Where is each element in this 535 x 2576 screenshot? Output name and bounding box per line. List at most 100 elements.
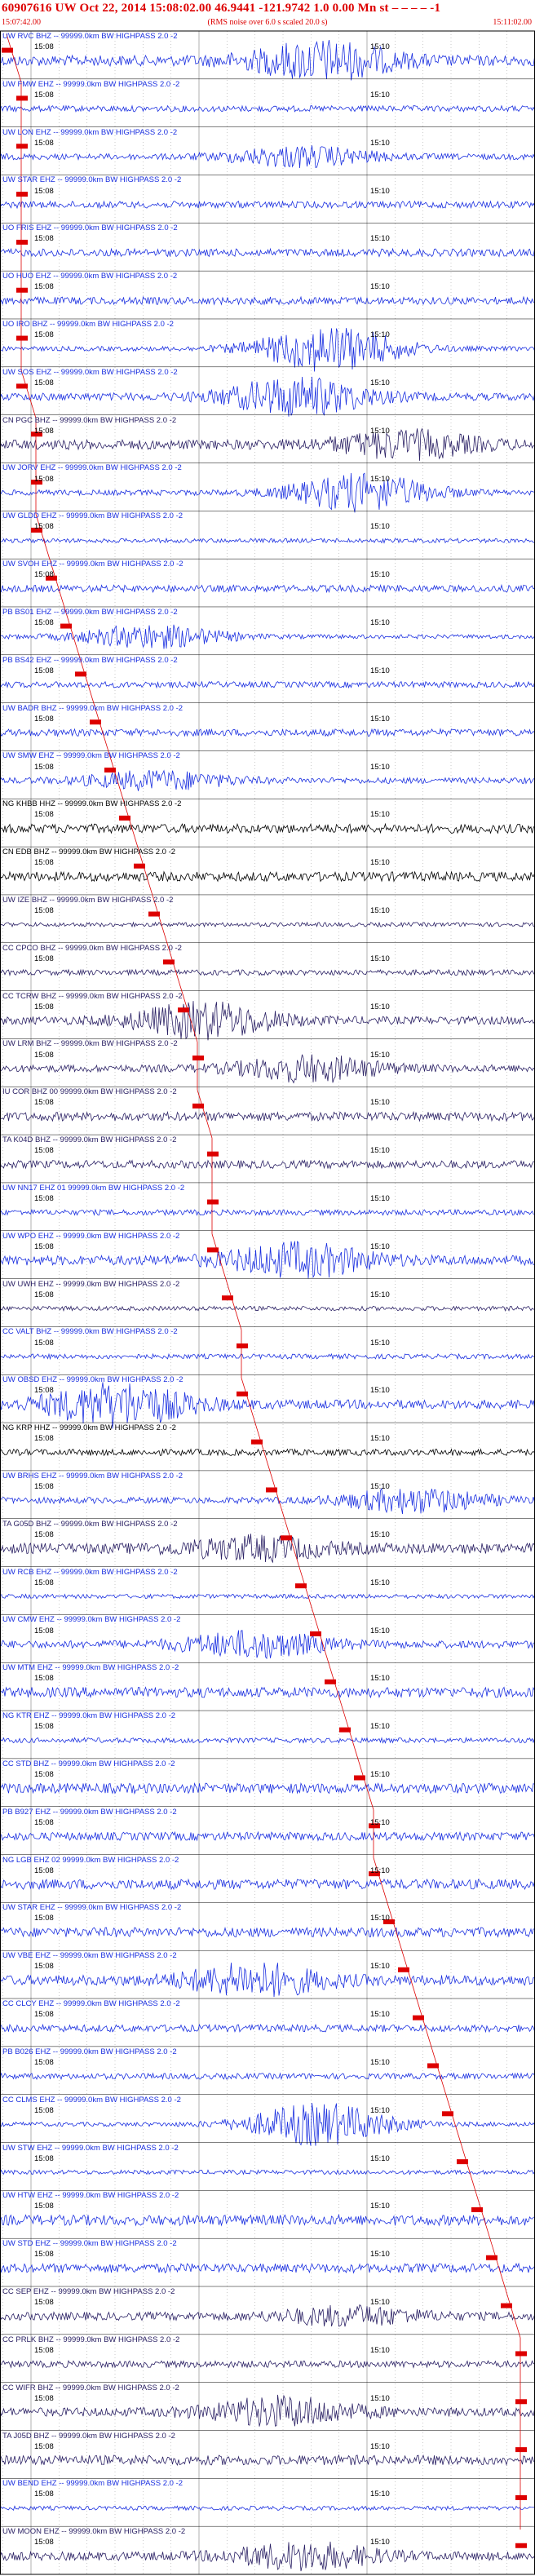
trace — [0, 175, 535, 210]
trace — [0, 1087, 535, 1122]
grid-lines — [2, 31, 535, 2574]
trace — [0, 78, 535, 113]
trace — [0, 126, 535, 169]
moveout-line — [490, 2242, 506, 2291]
pick-marker — [515, 2351, 527, 2357]
trace — [0, 1518, 535, 1564]
waveform — [0, 1630, 535, 1660]
trace — [0, 1566, 535, 1600]
moveout-line — [35, 514, 51, 563]
trace — [0, 894, 535, 928]
pick-marker — [16, 287, 28, 293]
pick-marker — [16, 192, 28, 197]
pick-marker — [515, 2543, 527, 2548]
pick-marker — [237, 1343, 248, 1349]
pick-marker — [515, 2447, 527, 2453]
waveform — [0, 769, 535, 791]
trace — [0, 1758, 535, 1795]
trace — [0, 2142, 535, 2175]
moveout-line — [79, 657, 95, 706]
trace — [0, 1134, 535, 1170]
trace — [0, 1374, 535, 1429]
trace — [0, 2430, 535, 2467]
waveform — [0, 1241, 535, 1279]
waveform — [0, 1001, 535, 1041]
waveform — [0, 1686, 535, 1699]
moveout-line — [299, 1569, 316, 1618]
waveform — [0, 921, 535, 928]
waveform — [0, 2072, 535, 2081]
waveform — [0, 2304, 535, 2327]
trace — [0, 2286, 535, 2327]
waveform — [0, 2505, 535, 2512]
moveout-line — [20, 370, 37, 418]
trace — [0, 414, 535, 461]
trace — [0, 1614, 535, 1660]
waveform — [0, 1382, 535, 1429]
trace — [0, 558, 535, 594]
pick-marker — [207, 1151, 219, 1157]
waveform — [0, 870, 535, 883]
pick-marker — [515, 2494, 527, 2500]
waveform — [0, 1305, 535, 1312]
trace — [0, 1806, 535, 1842]
waveform — [0, 2169, 535, 2175]
trace — [0, 1230, 535, 1279]
trace — [0, 1998, 535, 2034]
trace — [0, 463, 535, 513]
waveform — [0, 1878, 535, 1891]
moveout-line — [211, 1233, 228, 1282]
trace — [0, 1950, 535, 1998]
trace — [0, 990, 535, 1041]
waveform — [0, 1352, 535, 1361]
waveform — [0, 1159, 535, 1170]
waveform — [0, 680, 535, 689]
moveout-line — [431, 2049, 448, 2098]
pick-marker — [16, 239, 28, 245]
plot-frame — [0, 30, 535, 2575]
seismogram-plot — [0, 0, 535, 2576]
waveform — [0, 1830, 535, 1842]
trace — [0, 30, 535, 81]
waveform — [0, 1110, 535, 1122]
waveform — [0, 40, 535, 81]
trace — [0, 2190, 535, 2227]
pick-marker — [515, 2399, 527, 2405]
waveform — [0, 2541, 535, 2572]
trace — [0, 270, 535, 306]
moveout-line — [167, 945, 183, 994]
waveform — [0, 2103, 535, 2146]
trace — [0, 606, 535, 649]
trace — [0, 702, 535, 737]
waveform — [0, 2359, 535, 2369]
waveform — [0, 968, 535, 977]
trace — [0, 2382, 535, 2427]
waveform — [0, 328, 535, 372]
moveout-line — [475, 2193, 492, 2242]
moveout-line — [226, 1281, 242, 1330]
trace — [0, 2094, 535, 2146]
moveout-line — [50, 562, 66, 611]
trace — [0, 750, 535, 791]
pick-marker — [31, 480, 42, 485]
pick-marker — [16, 335, 28, 341]
moveout-line — [358, 1761, 374, 1810]
pick-marker — [192, 1056, 204, 1061]
waveform — [0, 1926, 535, 1938]
pick-marker — [369, 1823, 380, 1829]
waveform — [0, 2023, 535, 2034]
trace — [0, 223, 535, 258]
moveout-line — [270, 1473, 286, 1522]
waveform — [0, 1782, 535, 1795]
moveout-line — [329, 1666, 345, 1715]
trace — [0, 1662, 535, 1699]
trace — [0, 1710, 535, 1744]
waveform — [0, 1534, 535, 1564]
pick-marker — [207, 1199, 219, 1205]
trace — [0, 1038, 535, 1084]
pick-marker — [16, 144, 28, 149]
waveform — [0, 1737, 535, 1744]
waveform — [0, 145, 535, 169]
waveform — [0, 104, 535, 113]
waveform — [0, 1054, 535, 1084]
